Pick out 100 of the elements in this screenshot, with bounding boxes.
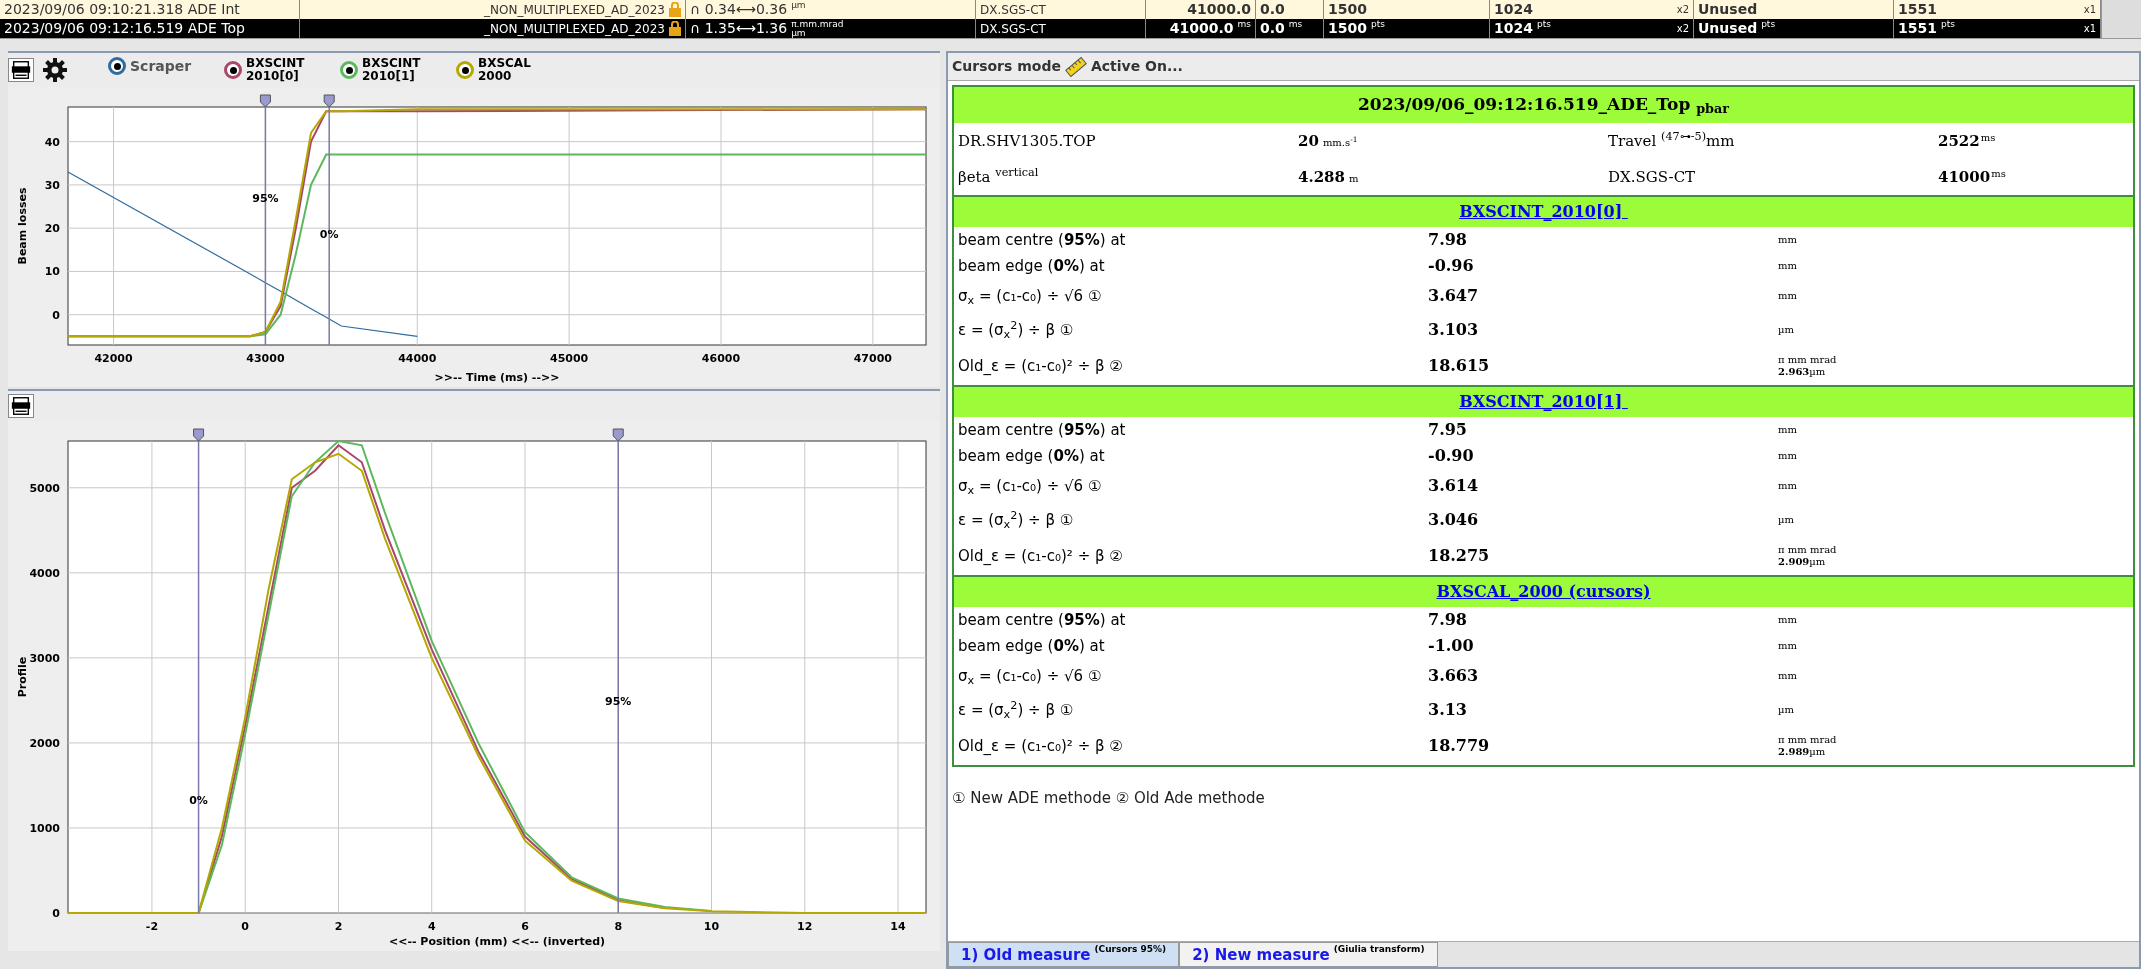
cell-text: 2023/09/06 09:12:16.519 ADE Top bbox=[4, 19, 245, 38]
cursor-label: 0% bbox=[319, 227, 339, 241]
factor-label: x2 bbox=[1676, 3, 1689, 17]
cell-text: 1024 bbox=[1494, 19, 1533, 38]
scrollbar[interactable] bbox=[2101, 19, 2141, 38]
measure-label: beam centre (95%) at bbox=[958, 609, 1127, 631]
tick-label: 2000 bbox=[29, 736, 60, 750]
tick-label: 45000 bbox=[550, 352, 589, 365]
unit-label: pts bbox=[1940, 19, 1955, 29]
unit-label: mm bbox=[1778, 450, 1797, 462]
tick-label: 14 bbox=[890, 920, 906, 933]
tick-label: 46000 bbox=[701, 352, 741, 365]
unit-label: ms bbox=[1991, 166, 2006, 181]
cell-text: 0.0 bbox=[1260, 19, 1285, 38]
settings-icon[interactable] bbox=[42, 57, 68, 83]
record-row[interactable]: 2023/09/06 09:10:21.318 ADE Int _NON_MULTIPLEXED_AD_2023 ∩ 0.34⟷0.36 µm DX.SGS-CT 41000.0 0.0 1500 1024 x2 Unused 1551 x1 bbox=[0, 0, 2141, 19]
unit-label: µm bbox=[1778, 514, 1794, 526]
tick-label: 0 bbox=[52, 907, 60, 920]
unit-label: µm bbox=[1778, 324, 1794, 336]
lock-icon bbox=[669, 21, 681, 36]
unit-label: π mm mrad bbox=[1778, 734, 1837, 746]
section-link[interactable]: BXSCINT_2010[1] bbox=[1459, 390, 1628, 414]
tick-label: 40 bbox=[44, 135, 60, 149]
scrollbar[interactable] bbox=[2101, 0, 2141, 19]
cell-text: _NON_MULTIPLEXED_AD_2023 bbox=[484, 20, 665, 38]
info-value: 20 bbox=[1298, 130, 1319, 152]
mode-state: Active On... bbox=[1090, 57, 1183, 76]
unit-label: π.mm.mrad µm bbox=[791, 19, 844, 38]
unit-label: ms bbox=[1288, 19, 1303, 29]
measure-value: 18.275 bbox=[1428, 545, 1491, 567]
measure-value: 3.663 bbox=[1428, 665, 1480, 687]
factor-label: x1 bbox=[2083, 3, 2096, 17]
measure-label: σ$_{x}$ = (c₁-c₀) ÷ √6 ① bbox=[958, 475, 1103, 498]
measure-value: 3.647 bbox=[1428, 285, 1480, 307]
tick-label: 47000 bbox=[853, 352, 892, 365]
unit-label: mm bbox=[1778, 640, 1797, 652]
info-label: Travel $^{(47⊶-5)}$mm bbox=[1608, 129, 1736, 152]
cell-text: 2023/09/06 09:10:21.318 ADE Int bbox=[4, 0, 240, 19]
measure-value: 7.98 bbox=[1428, 229, 1468, 251]
cell-text: 1551 bbox=[1898, 19, 1937, 38]
axis-title: >>-- Time (ms) -->> bbox=[434, 371, 560, 384]
tick-label: 10 bbox=[44, 265, 60, 279]
measure-label: ε = (σ$_{x}$$^{2}$) ÷ β ① bbox=[958, 698, 1075, 722]
tick-label: 43000 bbox=[246, 352, 285, 365]
unit-label: mm bbox=[1778, 424, 1797, 436]
measure-label: ε = (σ$_{x}$$^{2}$) ÷ β ① bbox=[958, 508, 1075, 532]
legend-item[interactable]: Scraper bbox=[108, 57, 208, 75]
measure-label: σ$_{x}$ = (c₁-c₀) ÷ √6 ① bbox=[958, 665, 1103, 688]
cell-text: DX.SGS-CT bbox=[980, 1, 1046, 19]
section-link[interactable]: BXSCAL_2000 (cursors) bbox=[1436, 580, 1651, 604]
cell-text: DX.SGS-CT bbox=[980, 20, 1046, 38]
measure-label: Old_ε = (c₁-c₀)² ÷ β ② bbox=[958, 355, 1124, 377]
measure-value: 18.615 bbox=[1428, 355, 1491, 377]
cell-text: 41000.0 bbox=[1169, 19, 1234, 38]
measure-value: 3.13 bbox=[1428, 699, 1468, 721]
unit-label: mm bbox=[1778, 234, 1797, 246]
unit-label: mm.s$^{-1}$ bbox=[1322, 134, 1358, 150]
unit-label: µm bbox=[1778, 704, 1794, 716]
measure-value: 18.779 bbox=[1428, 735, 1491, 757]
unit-label: mm bbox=[1778, 290, 1797, 302]
measure-label: ε = (σ$_{x}$$^{2}$) ÷ β ① bbox=[958, 318, 1075, 342]
measure-label: Old_ε = (c₁-c₀)² ÷ β ② bbox=[958, 735, 1124, 757]
measure-label: σ$_{x}$ = (c₁-c₀) ÷ √6 ① bbox=[958, 285, 1103, 308]
tick-label: 10 bbox=[703, 920, 720, 933]
measure-label: beam edge (0%) at bbox=[958, 635, 1106, 657]
tick-label: 3000 bbox=[29, 651, 60, 665]
unit-label: µm bbox=[791, 0, 806, 10]
legend-item[interactable]: BXSCINT 2010[0] bbox=[224, 57, 324, 83]
unit-label: mm bbox=[1778, 480, 1797, 492]
cell-text: ∩ 0.34⟷0.36 bbox=[690, 0, 788, 19]
mode-label: Cursors mode bbox=[952, 57, 1061, 76]
tick-label: 5000 bbox=[29, 481, 60, 495]
tick-label: -2 bbox=[145, 920, 159, 933]
measure-value: -1.00 bbox=[1428, 635, 1475, 657]
cell-text: 1551 bbox=[1898, 0, 1937, 19]
unit-label: 2.989µm bbox=[1778, 746, 1827, 758]
tick-label: 4 bbox=[427, 920, 436, 933]
tab[interactable]: 2) New measure (Giulia transform) bbox=[1179, 942, 1438, 967]
measure-label: beam centre (95%) at bbox=[958, 229, 1127, 251]
tab[interactable]: 1) Old measure (Cursors 95%) bbox=[948, 942, 1180, 967]
footnote: ① New ADE methode ② Old Ade methode bbox=[952, 788, 1266, 809]
measure-value: 3.614 bbox=[1428, 475, 1480, 497]
legend-item[interactable]: BXSCAL 2000 bbox=[456, 57, 556, 83]
section-link[interactable]: BXSCINT_2010[0] bbox=[1459, 200, 1628, 224]
cell-text: 1024 bbox=[1494, 0, 1533, 19]
tick-label: 30 bbox=[44, 178, 60, 192]
tick-label: 2 bbox=[334, 920, 343, 933]
file-icon[interactable] bbox=[8, 394, 34, 418]
info-value: 4.288 bbox=[1298, 166, 1345, 188]
tick-label: 42000 bbox=[94, 352, 133, 365]
cell-text: 41000.0 bbox=[1187, 0, 1251, 19]
cell-text: Unused bbox=[1698, 0, 1758, 19]
tick-label: 0 bbox=[52, 308, 60, 322]
unit-label: 2.963µm bbox=[1778, 366, 1827, 378]
file-icon[interactable] bbox=[8, 58, 34, 82]
cursor-label: 95% bbox=[605, 695, 632, 709]
legend-item[interactable]: BXSCINT 2010[1] bbox=[340, 57, 440, 83]
cell-text: ∩ 1.35⟷1.36 bbox=[690, 19, 788, 38]
measure-value: -0.96 bbox=[1428, 255, 1475, 277]
cursor-label: 95% bbox=[252, 192, 279, 206]
